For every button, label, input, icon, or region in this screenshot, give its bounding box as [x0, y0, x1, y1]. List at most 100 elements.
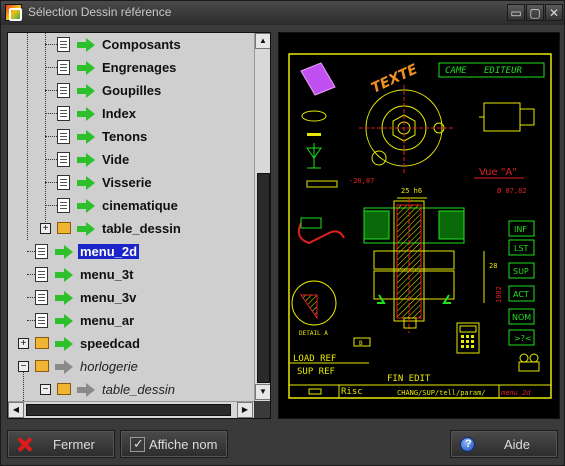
- collapse-toggle[interactable]: −: [40, 384, 51, 395]
- risc-label: Risc: [341, 387, 363, 397]
- help-button-label: Aide: [504, 437, 531, 452]
- tree-item-composants[interactable]: Composants: [8, 33, 254, 56]
- tree-item-menu-2d[interactable]: menu_2d: [8, 240, 254, 263]
- document-icon: [35, 290, 48, 305]
- tree-item-visserie[interactable]: Visserie: [8, 171, 254, 194]
- vertical-scrollbar[interactable]: ▲ ▼: [254, 33, 270, 401]
- expand-toggle[interactable]: +: [18, 338, 29, 349]
- dimension-text: 28: [489, 262, 497, 270]
- dimension-text: -20,87: [349, 177, 374, 185]
- tree-item-label: table_dessin: [102, 382, 175, 397]
- drawing-preview: CAME EDITEUR TEXTE -20,87 Vue "A" Ø 87,8…: [278, 32, 560, 419]
- tree-item-label: speedcad: [80, 336, 140, 351]
- minimize-button[interactable]: ▭: [507, 4, 525, 21]
- document-icon: [57, 129, 70, 144]
- folder-icon: [57, 222, 71, 234]
- tree-item-speedcad[interactable]: + speedcad: [8, 332, 254, 355]
- show-name-button-label: Affiche nom: [149, 437, 218, 452]
- tree-item-vide[interactable]: Vide: [8, 148, 254, 171]
- tree-item-label: Goupilles: [102, 83, 162, 98]
- document-icon: [57, 198, 70, 213]
- view-label: Vue "A": [479, 167, 517, 178]
- came-label: CAME: [445, 66, 467, 76]
- tree-item-label: Composants: [102, 37, 181, 52]
- check-icon: [130, 436, 145, 452]
- side-button-lst: LST: [514, 244, 529, 253]
- help-icon: [460, 437, 475, 452]
- tree-item-label-selected: menu_2d: [78, 244, 140, 259]
- tree-item-label: menu_ar: [80, 313, 135, 328]
- path-menu-label: menu_2d: [500, 389, 531, 397]
- scroll-left-button[interactable]: ◀: [8, 402, 24, 418]
- document-icon: [35, 267, 48, 282]
- folder-icon: [35, 360, 49, 372]
- horizontal-scrollbar[interactable]: ◀ ▶: [8, 401, 254, 418]
- tree-item-label: menu_3v: [80, 290, 137, 305]
- document-icon: [57, 152, 70, 167]
- tree-item-label: Index: [102, 106, 136, 121]
- side-button-inf: INF: [514, 225, 527, 234]
- title-bar[interactable]: Sélection Dessin référence ▭ ▢ ✕: [1, 1, 564, 25]
- document-icon: [35, 313, 48, 328]
- tree-item-menu-3v[interactable]: menu_3v: [8, 286, 254, 309]
- document-icon: [57, 106, 70, 121]
- tree-item-horlogerie[interactable]: − horlogerie: [8, 355, 254, 378]
- tree-item-label: Visserie: [102, 175, 152, 190]
- detail-label: DETAIL A: [299, 330, 328, 337]
- tree-item-goupilles[interactable]: Goupilles: [8, 79, 254, 102]
- dimension-text: 1082: [495, 286, 503, 303]
- load-ref-label: LOAD REF: [293, 354, 336, 364]
- horizontal-scroll-thumb[interactable]: [26, 404, 231, 416]
- scroll-down-button[interactable]: ▼: [255, 384, 270, 400]
- tree-panel: Composants Engrenages Goupilles Index Te…: [7, 32, 271, 419]
- dimension-text: Ø 87,82: [497, 187, 527, 195]
- help-button[interactable]: Aide: [450, 430, 558, 458]
- tree-item-label: table_dessin: [102, 221, 181, 236]
- tree-item-label: Tenons: [102, 129, 148, 144]
- tree-item-index[interactable]: Index: [8, 102, 254, 125]
- tree-item-cinematique[interactable]: cinematique: [8, 194, 254, 217]
- tree-item-menu-3t[interactable]: menu_3t: [8, 263, 254, 286]
- document-icon: [57, 37, 70, 52]
- dimension-text: 25 h6: [401, 187, 422, 195]
- tree-item-table-dessin-2[interactable]: − table_dessin: [8, 378, 254, 401]
- scroll-up-button[interactable]: ▲: [255, 33, 270, 49]
- tree-item-engrenages[interactable]: Engrenages: [8, 56, 254, 79]
- editeur-label: EDITEUR: [484, 66, 523, 76]
- folder-icon: [57, 383, 71, 395]
- side-button-sup: SUP: [513, 267, 529, 276]
- sup-ref-label: SUP REF: [297, 367, 335, 377]
- document-icon: [35, 244, 48, 259]
- scroll-right-button[interactable]: ▶: [237, 402, 253, 418]
- tree-item-label: cinematique: [102, 198, 178, 213]
- tree-item-label: horlogerie: [80, 359, 138, 374]
- app-icon: [5, 4, 22, 21]
- dialog-window: Sélection Dessin référence ▭ ▢ ✕ Composa…: [0, 0, 565, 466]
- document-icon: [57, 175, 70, 190]
- vertical-scroll-thumb[interactable]: [257, 173, 270, 383]
- maximize-button[interactable]: ▢: [526, 4, 544, 21]
- button-bar: Fermer Affiche nom Aide: [1, 425, 564, 465]
- collapse-toggle[interactable]: −: [18, 361, 29, 372]
- expand-toggle[interactable]: +: [40, 223, 51, 234]
- side-button-act: ACT: [513, 290, 529, 299]
- red-x-icon: [17, 437, 32, 452]
- tree-item-label: Vide: [102, 152, 130, 167]
- folder-tree[interactable]: Composants Engrenages Goupilles Index Te…: [8, 33, 254, 401]
- path-label: CHANG/SUP/tell/param/: [397, 389, 486, 397]
- scrollbar-corner: [254, 401, 270, 418]
- side-button-nom: NOM: [512, 313, 531, 322]
- folder-icon: [35, 337, 49, 349]
- document-icon: [57, 60, 70, 75]
- document-icon: [57, 83, 70, 98]
- b-label: B: [359, 340, 363, 347]
- show-name-button[interactable]: Affiche nom: [120, 430, 228, 458]
- tree-item-menu-ar[interactable]: menu_ar: [8, 309, 254, 332]
- tree-item-label: Engrenages: [102, 60, 177, 75]
- close-button[interactable]: Fermer: [7, 430, 115, 458]
- tree-item-tenons[interactable]: Tenons: [8, 125, 254, 148]
- side-button-help: >?<: [514, 334, 532, 343]
- close-button-label: Fermer: [53, 437, 95, 452]
- tree-item-table-dessin[interactable]: + table_dessin: [8, 217, 254, 240]
- close-window-button[interactable]: ✕: [545, 4, 563, 21]
